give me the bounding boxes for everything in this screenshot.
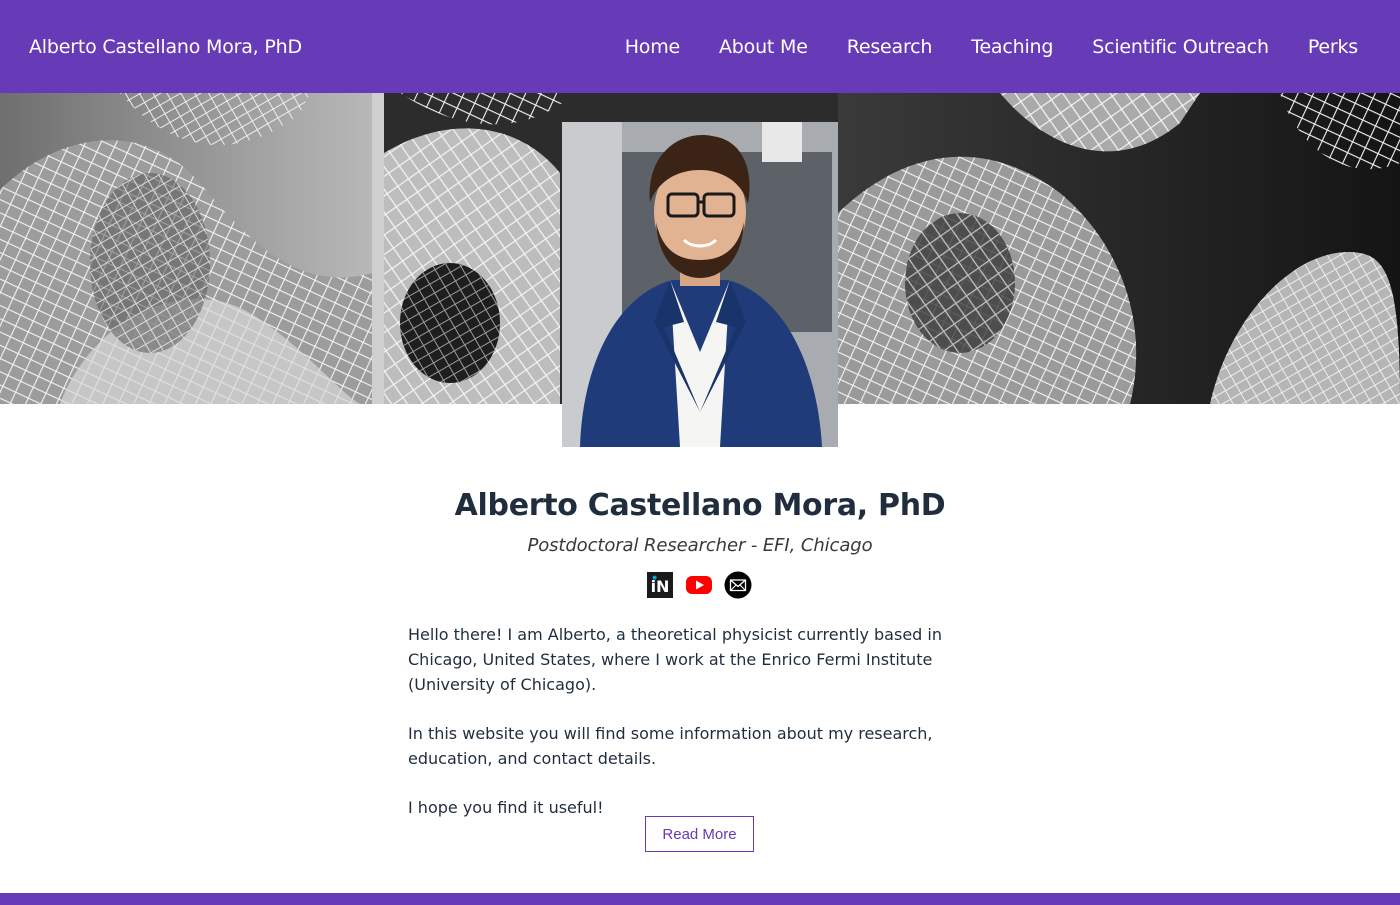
bio-section: Hello there! I am Alberto, a theoretical… (408, 622, 998, 844)
inspire-icon-text: iN (651, 577, 670, 596)
profile-subtitle: Postdoctoral Researcher - EFI, Chicago (527, 535, 873, 556)
profile-name-heading: Alberto Castellano Mora, PhD (454, 488, 946, 523)
youtube-icon (686, 576, 712, 594)
top-navbar: Alberto Castellano Mora, PhD Home About … (0, 0, 1400, 93)
inspire-icon: iN (647, 572, 673, 598)
email-link[interactable] (724, 571, 752, 599)
nav-link-home[interactable]: Home (625, 36, 681, 58)
inspire-hep-link[interactable]: iN (646, 571, 674, 599)
nav-link-scientific-outreach[interactable]: Scientific Outreach (1092, 36, 1269, 58)
nav-links: Home About Me Research Teaching Scientif… (625, 36, 1359, 58)
social-links: iN (646, 571, 752, 599)
nav-link-about-me[interactable]: About Me (719, 36, 808, 58)
site-brand-link[interactable]: Alberto Castellano Mora, PhD (29, 36, 302, 58)
bio-paragraph: In this website you will find some infor… (408, 724, 933, 768)
read-more-button[interactable]: Read More (645, 816, 754, 852)
nav-link-research[interactable]: Research (847, 36, 933, 58)
footer-bar (0, 893, 1400, 905)
email-icon (724, 571, 752, 599)
nav-link-perks[interactable]: Perks (1308, 36, 1358, 58)
youtube-link[interactable] (685, 571, 713, 599)
nav-link-teaching[interactable]: Teaching (971, 36, 1053, 58)
profile-photo (562, 122, 838, 447)
bio-paragraph: Hello there! I am Alberto, a theoretical… (408, 625, 942, 694)
